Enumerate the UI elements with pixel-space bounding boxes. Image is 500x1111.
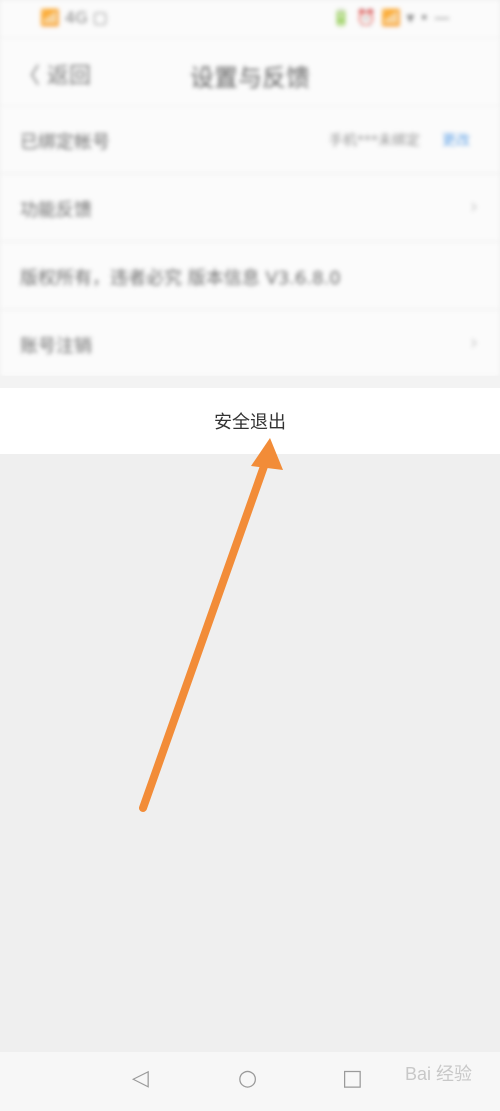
row-value: 手机***未绑定 [329,133,420,149]
row-bound-account[interactable]: 已绑定帐号 手机***未绑定 更改 [0,106,500,174]
row-cancel-account[interactable]: 账号注销 › [0,310,500,378]
nav-recent-icon[interactable]: □ [342,1066,363,1091]
header: 〈 返回 设置与反馈 [0,38,500,106]
settings-list: 已绑定帐号 手机***未绑定 更改 功能反馈 › 版权所有，违者必究 版本信息 … [0,106,500,378]
status-left: 📶 4G ▢ [40,8,108,27]
logout-button[interactable]: 安全退出 [0,388,500,454]
row-label: 已绑定帐号 [20,132,110,153]
nav-home-icon[interactable]: ○ [238,1066,257,1091]
row-feedback[interactable]: 功能反馈 › [0,174,500,242]
change-link[interactable]: 更改 [442,130,470,150]
row-version: 版权所有，违者必究 版本信息 V3.6.8.0 [0,242,500,310]
page-title: 设置与反馈 [190,64,310,92]
chevron-right-icon: › [470,330,478,354]
baidu-watermark: Bai 经验 [404,1064,472,1084]
row-label: 账号注销 [20,336,92,357]
row-label: 功能反馈 [20,200,92,221]
logout-label: 安全退出 [214,412,286,433]
nav-back-icon[interactable]: ◁ [132,1066,149,1091]
status-right: 🔋 ⏰ 📶 ▾ • — [331,8,450,27]
row-label: 版权所有，违者必究 版本信息 V3.6.8.0 [20,268,341,289]
chevron-right-icon: › [470,194,478,218]
section-gap [0,376,500,388]
status-bar: 📶 4G ▢ 🔋 ⏰ 📶 ▾ • — [0,0,500,38]
arrow-shaft [139,451,272,812]
